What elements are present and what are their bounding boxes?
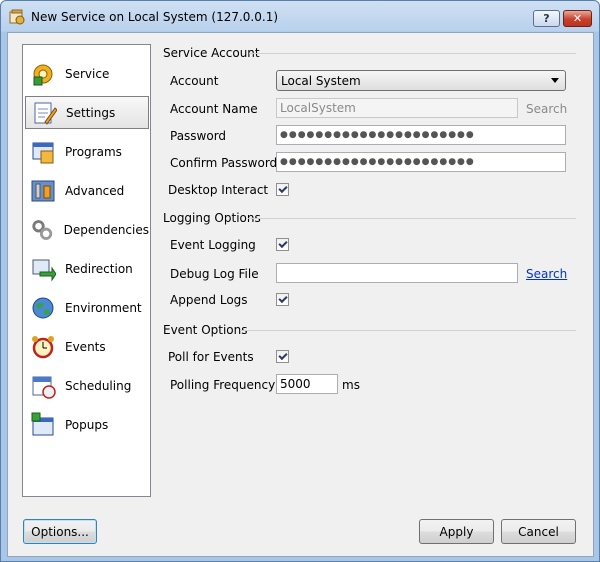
event-logging-label: Event Logging xyxy=(170,238,256,252)
group-divider xyxy=(240,330,576,331)
polling-frequency-field[interactable]: 5000 xyxy=(276,374,338,394)
environment-globe-icon xyxy=(32,297,54,318)
account-name-label: Account Name xyxy=(170,102,258,116)
poll-events-label: Poll for Events xyxy=(168,350,254,364)
group-divider xyxy=(249,53,576,54)
apply-button-label: Apply xyxy=(439,524,474,539)
sidebar-item-environment[interactable]: Environment xyxy=(25,291,149,324)
sidebar-item-label: Settings xyxy=(66,105,116,120)
sidebar-item-service[interactable]: Service xyxy=(25,57,149,90)
confirm-password-value: ●●●●●●●●●●●●●●●●●●●●●● xyxy=(280,157,475,167)
cancel-button-label: Cancel xyxy=(518,524,559,539)
app-icon xyxy=(9,9,25,25)
append-logs-label: Append Logs xyxy=(170,293,248,307)
sidebar-item-settings[interactable]: Settings xyxy=(25,96,149,129)
title-bar[interactable]: New Service on Local System (127.0.0.1) … xyxy=(1,1,599,32)
sidebar-item-dependencies[interactable]: Dependencies xyxy=(25,213,149,246)
sidebar-item-events[interactable]: Events xyxy=(25,330,149,363)
password-field[interactable]: ●●●●●●●●●●●●●●●●●●●●●● xyxy=(276,125,566,145)
sidebar-item-advanced[interactable]: Advanced xyxy=(25,174,149,207)
account-name-field: LocalSystem xyxy=(276,98,518,118)
account-dropdown-value: Local System xyxy=(281,73,361,88)
debug-log-label: Debug Log File xyxy=(170,267,259,281)
debug-log-field[interactable] xyxy=(276,263,518,283)
polling-frequency-label: Polling Frequency xyxy=(170,378,276,392)
desktop-interact-checkbox[interactable] xyxy=(276,183,289,196)
window-title: New Service on Local System (127.0.0.1) xyxy=(31,10,279,24)
service-gear-icon xyxy=(33,64,53,85)
password-label: Password xyxy=(170,129,227,143)
close-button[interactable]: ✕ xyxy=(563,10,592,27)
category-sidebar: Service Settings Programs Advanced Depen… xyxy=(22,44,151,497)
group-title-logging-options: Logging Options xyxy=(163,211,261,225)
group-title-service-account: Service Account xyxy=(163,46,260,60)
password-value: ●●●●●●●●●●●●●●●●●●●●●● xyxy=(280,130,475,140)
sidebar-item-label: Redirection xyxy=(65,261,133,276)
sidebar-item-label: Service xyxy=(65,66,110,81)
help-icon: ? xyxy=(543,12,550,25)
programs-window-icon xyxy=(32,142,54,163)
apply-button[interactable]: Apply xyxy=(419,519,494,544)
close-icon: ✕ xyxy=(572,12,583,25)
dialog-window: New Service on Local System (127.0.0.1) … xyxy=(0,0,600,562)
popups-window-icon xyxy=(31,412,54,435)
sidebar-item-label: Popups xyxy=(65,417,109,432)
account-dropdown[interactable]: Local System xyxy=(276,70,566,91)
confirm-password-field[interactable]: ●●●●●●●●●●●●●●●●●●●●●● xyxy=(276,152,566,172)
polling-frequency-value: 5000 xyxy=(280,377,311,391)
sidebar-item-label: Programs xyxy=(65,144,122,159)
confirm-password-label: Confirm Password xyxy=(170,156,278,170)
account-name-value: LocalSystem xyxy=(280,101,356,115)
events-alarm-clock-icon xyxy=(32,335,54,358)
append-logs-checkbox[interactable] xyxy=(276,293,289,306)
help-button[interactable]: ? xyxy=(533,10,560,27)
group-divider xyxy=(248,218,576,219)
sidebar-item-label: Scheduling xyxy=(65,378,132,393)
advanced-tools-icon xyxy=(31,180,55,201)
options-button[interactable]: Options... xyxy=(23,519,97,544)
polling-frequency-unit: ms xyxy=(342,378,360,392)
debug-log-search-link[interactable]: Search xyxy=(526,267,567,281)
poll-events-checkbox[interactable] xyxy=(276,350,289,363)
desktop-interact-label: Desktop Interact xyxy=(168,183,269,197)
chevron-down-icon xyxy=(551,78,559,83)
dialog-client-area: Service Settings Programs Advanced Depen… xyxy=(7,32,594,557)
group-title-event-options: Event Options xyxy=(163,323,248,337)
event-logging-checkbox[interactable] xyxy=(276,238,289,251)
redirection-arrow-icon xyxy=(32,259,56,282)
sidebar-item-label: Dependencies xyxy=(63,222,149,237)
options-button-label: Options... xyxy=(31,524,89,539)
dependencies-chain-icon xyxy=(32,219,53,240)
sidebar-item-redirection[interactable]: Redirection xyxy=(25,252,149,285)
scheduling-calendar-icon xyxy=(32,376,56,399)
sidebar-item-popups[interactable]: Popups xyxy=(25,408,149,441)
account-label: Account xyxy=(170,74,219,88)
account-search-link: Search xyxy=(526,102,568,116)
sidebar-item-programs[interactable]: Programs xyxy=(25,135,149,168)
settings-notepad-icon xyxy=(34,102,57,125)
sidebar-item-scheduling[interactable]: Scheduling xyxy=(25,369,149,402)
sidebar-item-label: Environment xyxy=(65,300,142,315)
sidebar-item-label: Events xyxy=(65,339,106,354)
sidebar-item-label: Advanced xyxy=(65,183,125,198)
cancel-button[interactable]: Cancel xyxy=(501,519,576,544)
